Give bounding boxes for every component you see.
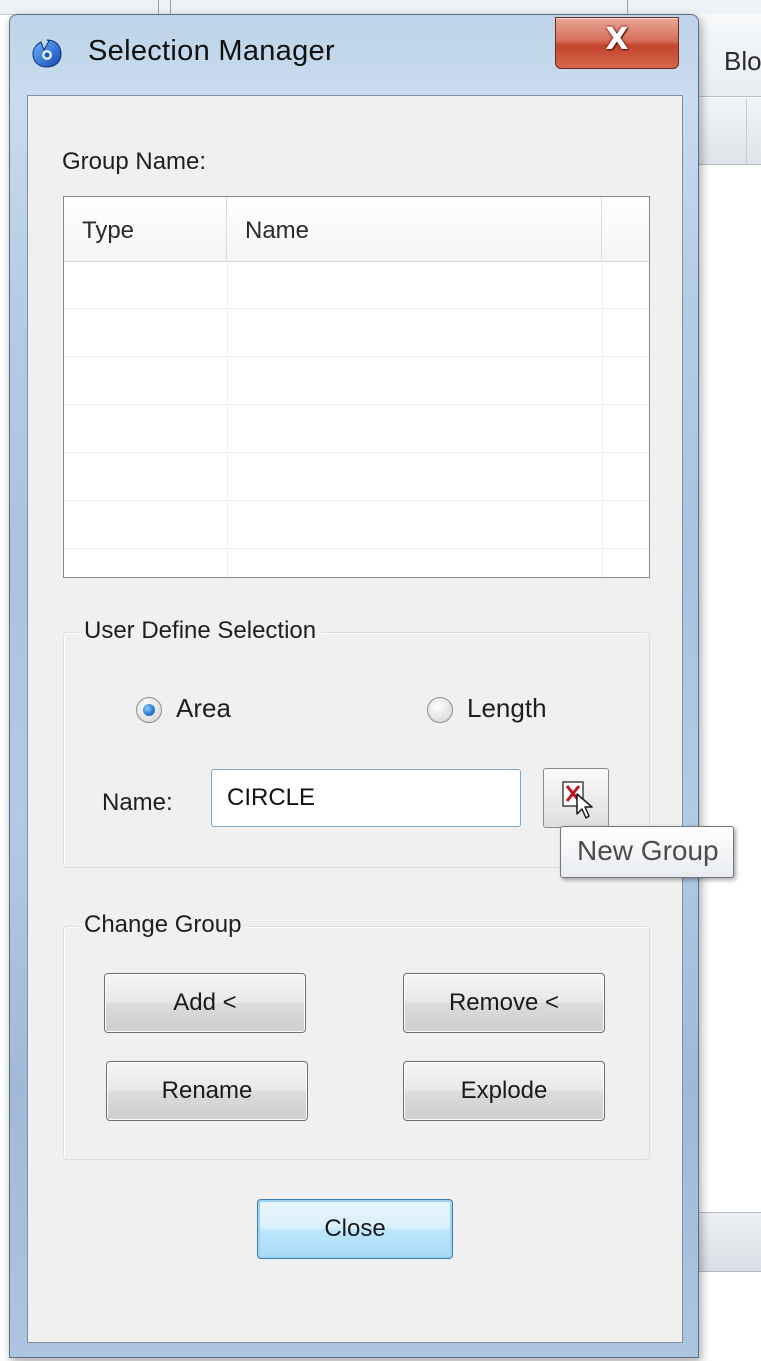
close-button[interactable]: Close: [257, 1199, 453, 1259]
group-list[interactable]: Type Name: [63, 196, 650, 578]
background-ribbon: Blo: [690, 14, 761, 97]
background-toolbar: [690, 98, 761, 165]
background-ribbon-tab[interactable]: Blo: [724, 46, 761, 77]
title-bar[interactable]: Selection Manager X: [10, 15, 698, 95]
column-header-extra[interactable]: [602, 197, 649, 261]
length-radio[interactable]: Length: [427, 693, 577, 729]
background-divider: [746, 98, 747, 164]
list-row[interactable]: [64, 453, 649, 501]
add-button[interactable]: Add <: [104, 973, 306, 1033]
radio-unselected-icon: [427, 697, 453, 723]
background-top-strip: [0, 0, 761, 15]
window-close-button[interactable]: X: [555, 17, 679, 69]
explode-button[interactable]: Explode: [403, 1061, 605, 1121]
list-row[interactable]: [64, 309, 649, 357]
background-divider: [158, 0, 159, 14]
close-icon: X: [605, 22, 629, 57]
group-name-label: Group Name:: [62, 148, 207, 175]
dialog-client-area: Group Name: Type Name User Define Select…: [27, 95, 683, 1343]
group-name-input[interactable]: [211, 769, 521, 827]
radio-selected-icon: [136, 697, 162, 723]
background-divider: [627, 0, 628, 14]
dialog-title: Selection Manager: [88, 35, 335, 67]
column-header-name[interactable]: Name: [227, 197, 602, 261]
change-group-group: Change Group Add < Remove < Rename Explo…: [63, 911, 650, 1160]
list-row[interactable]: [64, 357, 649, 405]
change-group-title: Change Group: [78, 911, 248, 939]
area-radio[interactable]: Area: [136, 693, 266, 729]
background-panel-band: [690, 1212, 761, 1272]
column-header-type[interactable]: Type: [64, 197, 227, 261]
new-group-button[interactable]: [543, 768, 609, 828]
app-icon: [32, 39, 62, 68]
user-define-selection-title: User Define Selection: [78, 617, 323, 645]
list-row[interactable]: [64, 405, 649, 453]
area-radio-label: Area: [176, 693, 231, 723]
new-group-tooltip: New Group: [560, 826, 734, 878]
selection-manager-dialog: Selection Manager X Group Name: Type Nam…: [9, 14, 699, 1358]
list-row[interactable]: [64, 261, 649, 309]
length-radio-label: Length: [467, 693, 547, 723]
column-gridline: [602, 261, 603, 577]
remove-button[interactable]: Remove <: [403, 973, 605, 1033]
name-label: Name:: [102, 789, 173, 816]
list-header: Type Name: [64, 197, 649, 262]
list-row[interactable]: [64, 501, 649, 549]
column-gridline: [227, 261, 228, 577]
background-divider: [170, 0, 171, 14]
rename-button[interactable]: Rename: [106, 1061, 308, 1121]
select-objects-icon: [562, 781, 593, 819]
